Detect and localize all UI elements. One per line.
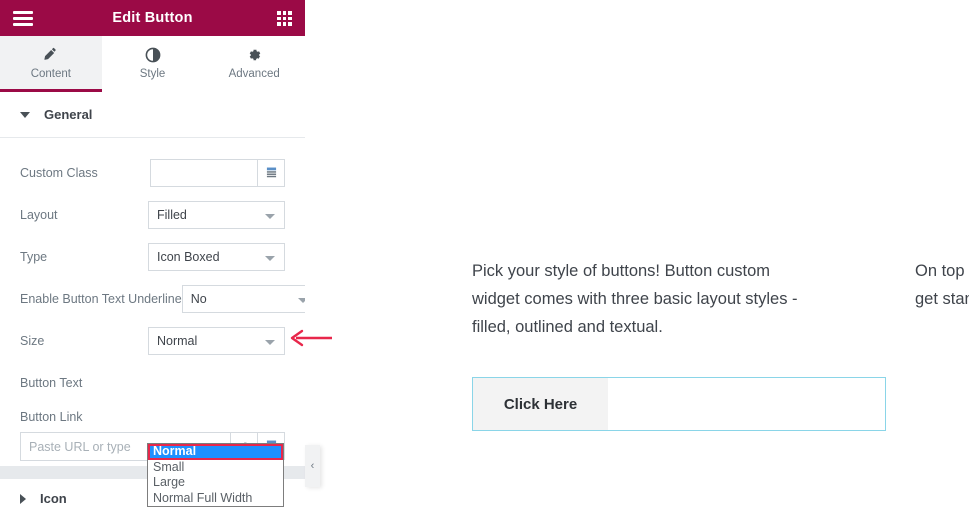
field-type: Type Icon Boxed <box>20 236 285 278</box>
underline-select[interactable]: No <box>181 285 305 313</box>
paragraph-left: Pick your style of buttons! Button custo… <box>472 262 798 336</box>
page-canvas: Pick your style of buttons! Button custo… <box>305 0 969 518</box>
type-select[interactable]: Icon Boxed <box>148 243 285 271</box>
paragraph-right: On top o also get standard <box>915 262 969 308</box>
tab-content-label: Content <box>30 67 71 80</box>
field-button-link: Button Link <box>20 404 285 430</box>
editor-panel: Edit Button Content Style Advanced Gener… <box>0 0 305 518</box>
app-root: Edit Button Content Style Advanced Gener… <box>0 0 969 518</box>
section-general-body: Custom Class Layout Filled Type Icon Box… <box>0 138 305 461</box>
button-widget[interactable]: Click Here <box>472 377 886 431</box>
chevron-down-icon <box>265 340 275 345</box>
widgets-grid-icon[interactable] <box>277 11 292 26</box>
field-size: Size Normal <box>20 320 285 362</box>
size-select[interactable]: Normal <box>148 327 285 355</box>
layout-select-value: Filled <box>157 208 187 222</box>
button-text-label: Button Text <box>20 376 83 390</box>
dynamic-tags-icon[interactable] <box>258 159 285 187</box>
section-icon-title: Icon <box>40 491 67 506</box>
layout-select[interactable]: Filled <box>148 201 285 229</box>
chevron-left-icon: ‹ <box>310 460 315 472</box>
size-option-normal-full-width[interactable]: Normal Full Width <box>148 491 283 507</box>
button-link-label: Button Link <box>20 410 83 424</box>
tab-style-label: Style <box>139 67 166 80</box>
underline-select-value: No <box>190 292 207 306</box>
custom-class-control <box>150 159 285 187</box>
size-label: Size <box>20 334 45 348</box>
tab-advanced-label: Advanced <box>228 67 280 80</box>
type-label: Type <box>20 250 48 264</box>
hamburger-menu-icon[interactable] <box>13 11 33 26</box>
page-title: Edit Button <box>112 10 193 26</box>
section-general-title: General <box>44 107 93 122</box>
size-select-value: Normal <box>157 334 198 348</box>
panel-collapse-handle[interactable]: ‹ <box>305 445 320 487</box>
field-underline: Enable Button Text Underline No <box>20 278 305 320</box>
gear-icon <box>246 46 262 64</box>
chevron-down-icon <box>297 298 305 303</box>
size-option-normal[interactable]: Normal <box>148 444 283 460</box>
chevron-right-icon <box>20 493 26 504</box>
size-dropdown-options[interactable]: Normal Small Large Normal Full Width <box>147 443 284 507</box>
panel-header: Edit Button <box>0 0 305 36</box>
size-option-large[interactable]: Large <box>148 475 283 491</box>
section-general-header[interactable]: General <box>0 92 305 138</box>
contrast-circle-icon <box>145 46 161 64</box>
field-button-text: Button Text <box>20 362 285 404</box>
panel-tabs: Content Style Advanced <box>0 36 305 92</box>
custom-class-label: Custom Class <box>20 166 98 180</box>
field-layout: Layout Filled <box>20 194 285 236</box>
size-option-small[interactable]: Small <box>148 460 283 476</box>
click-here-button[interactable]: Click Here <box>473 378 608 430</box>
chevron-down-icon <box>265 256 275 261</box>
tab-content[interactable]: Content <box>0 36 102 92</box>
field-custom-class: Custom Class <box>20 152 285 194</box>
chevron-down-icon <box>265 214 275 219</box>
tab-style[interactable]: Style <box>101 36 204 92</box>
chevron-down-icon <box>20 111 30 118</box>
underline-label: Enable Button Text Underline <box>20 292 182 306</box>
panel-body: General Custom Class Layout Filled Type … <box>0 92 305 518</box>
annotation-arrow-icon <box>288 329 334 352</box>
pencil-icon <box>43 46 58 64</box>
type-select-value: Icon Boxed <box>157 250 220 264</box>
layout-label: Layout <box>20 208 58 222</box>
tab-advanced[interactable]: Advanced <box>203 36 305 92</box>
custom-class-input[interactable] <box>150 159 258 187</box>
